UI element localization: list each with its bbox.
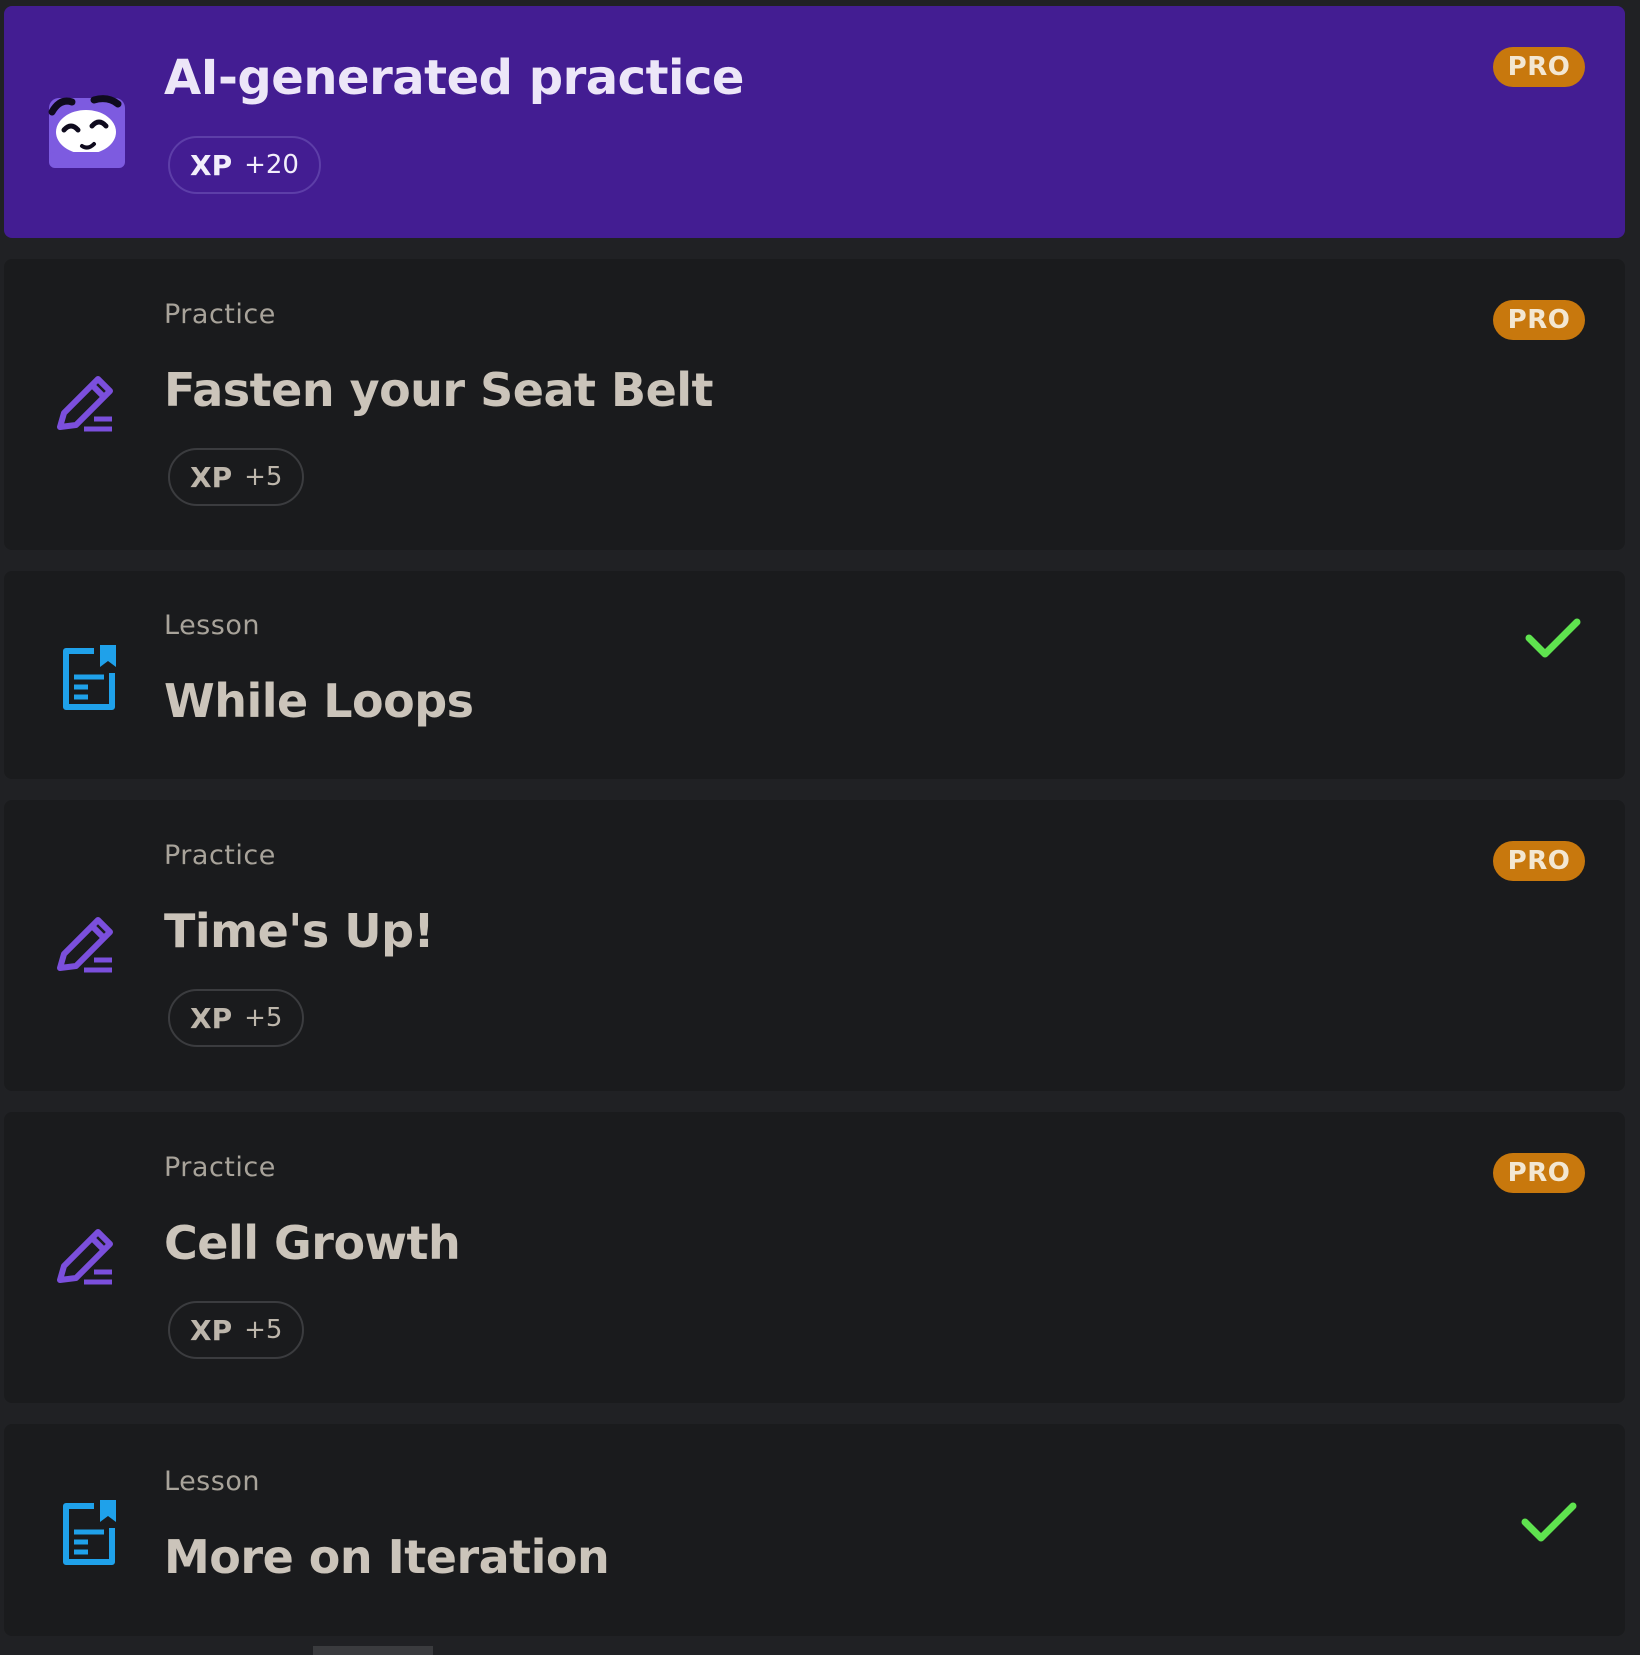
pencil-icon <box>54 371 124 441</box>
list-item-lesson[interactable]: Lesson More on Iteration <box>4 1424 1625 1636</box>
xp-value: +5 <box>244 1003 283 1033</box>
item-title: More on Iteration <box>164 1530 610 1584</box>
xp-badge: XP +20 <box>168 136 321 194</box>
xp-badge: XP +5 <box>168 1301 305 1359</box>
pro-badge: PRO <box>1493 47 1585 87</box>
lesson-list: AI-generated practice XP +20 PRO Practic… <box>0 0 1640 1655</box>
pencil-icon <box>54 1224 124 1294</box>
checkmark-icon <box>1525 616 1581 660</box>
item-title: Cell Growth <box>164 1216 461 1270</box>
list-item-practice[interactable]: Practice Time's Up! XP +5 PRO <box>4 800 1625 1091</box>
item-type: Lesson <box>164 610 260 641</box>
item-type: Practice <box>164 299 276 330</box>
ai-practice-title: AI-generated practice <box>164 50 744 106</box>
item-type: Lesson <box>164 1466 260 1497</box>
pro-badge: PRO <box>1493 841 1585 881</box>
document-icon <box>54 1498 124 1568</box>
xp-badge: XP +5 <box>168 989 305 1047</box>
item-type: Practice <box>164 1152 276 1183</box>
list-item-practice[interactable]: Practice Fasten your Seat Belt XP +5 PRO <box>4 259 1625 550</box>
xp-label: XP <box>190 148 233 182</box>
xp-value: +20 <box>244 150 299 180</box>
list-item-practice[interactable]: Practice Cell Growth XP +5 PRO <box>4 1112 1625 1403</box>
checkmark-icon <box>1521 1500 1577 1544</box>
item-title: Fasten your Seat Belt <box>164 363 714 417</box>
item-title: While Loops <box>164 674 474 728</box>
xp-value: +5 <box>244 462 283 492</box>
xp-value: +5 <box>244 1315 283 1345</box>
list-item-lesson[interactable]: Lesson While Loops <box>4 571 1625 779</box>
xp-badge: XP +5 <box>168 448 305 506</box>
document-icon <box>54 643 124 713</box>
xp-label: XP <box>190 1313 233 1347</box>
item-title: Time's Up! <box>164 904 435 958</box>
ai-practice-card[interactable]: AI-generated practice XP +20 PRO <box>4 6 1625 238</box>
xp-label: XP <box>190 1001 233 1035</box>
ai-mascot-icon <box>46 92 128 174</box>
item-type: Practice <box>164 840 276 871</box>
scroll-indicator[interactable] <box>313 1646 433 1655</box>
xp-label: XP <box>190 460 233 494</box>
pencil-icon <box>54 912 124 982</box>
pro-badge: PRO <box>1493 300 1585 340</box>
pro-badge: PRO <box>1493 1153 1585 1193</box>
